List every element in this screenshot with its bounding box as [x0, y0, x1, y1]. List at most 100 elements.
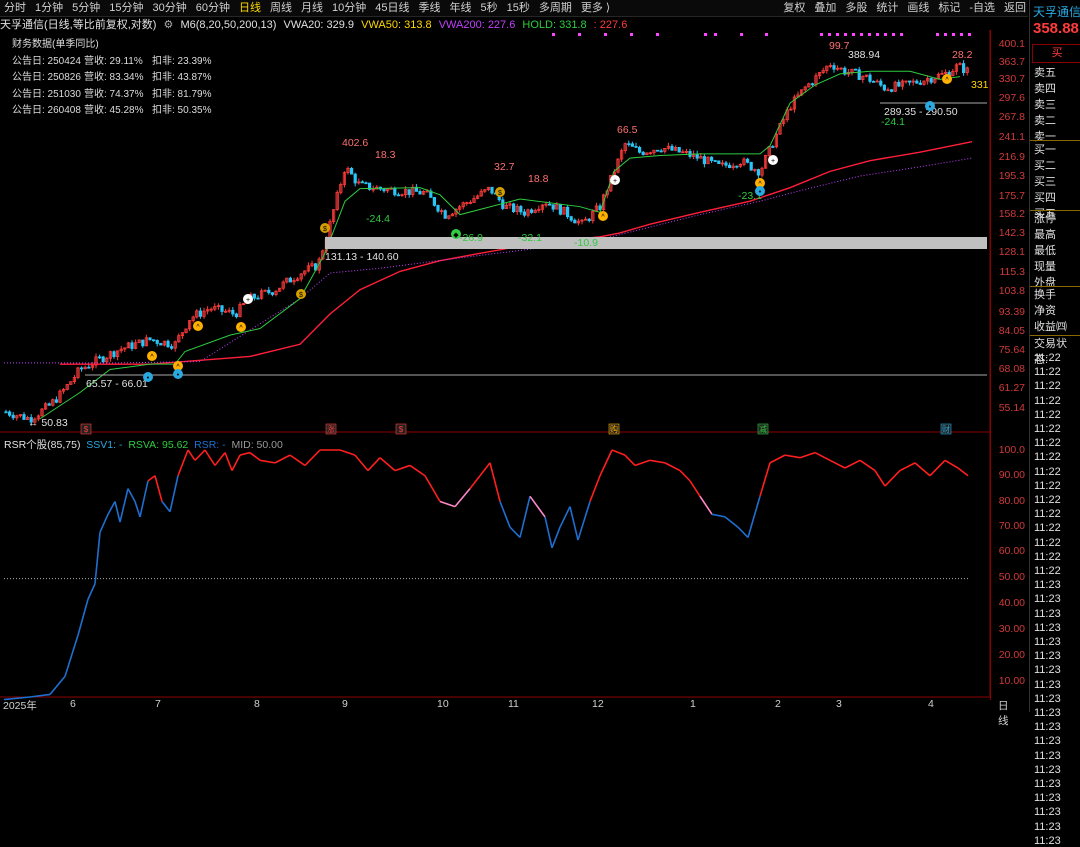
- event-marker[interactable]: 涨: [325, 423, 337, 435]
- price-tick: 103.8: [998, 285, 1025, 297]
- buy-signal-icon[interactable]: ^: [236, 322, 246, 332]
- trough-label: -10.9: [574, 237, 598, 249]
- candle-body: [810, 83, 815, 86]
- date-tick: 6: [70, 698, 76, 710]
- candle-body: [169, 346, 174, 349]
- signal-dot: [884, 33, 887, 36]
- signal-dot: [944, 33, 947, 36]
- price-axis: 400.1 363.7 330.7 297.6 267.8 241.1 216.9 195.3…: [990, 30, 1029, 700]
- candle-body: [443, 210, 447, 219]
- tick-time: 11:23: [1034, 806, 1061, 819]
- buy-signal-icon[interactable]: ^: [942, 74, 952, 84]
- buy-signal-icon[interactable]: ^: [147, 351, 157, 361]
- candle-body: [962, 63, 966, 73]
- tick-time: 11:23: [1034, 834, 1061, 847]
- price-tick: 142.3: [998, 227, 1025, 239]
- money-signal-icon[interactable]: $: [495, 187, 505, 197]
- event-marker[interactable]: 减: [757, 423, 769, 435]
- candle-body: [641, 151, 645, 156]
- range-label: 65.57 - 66.01: [86, 378, 148, 390]
- date-tick: 2: [775, 698, 781, 710]
- candle-body: [756, 169, 761, 176]
- signal-dot: [936, 33, 939, 36]
- candle-body: [677, 146, 681, 153]
- trough-label: -32.1: [518, 232, 542, 244]
- support-zone: [325, 237, 987, 249]
- candle-body: [519, 206, 523, 213]
- candle-body: [728, 164, 732, 169]
- date-tick: 2025年: [3, 700, 37, 712]
- candle-body: [908, 80, 912, 83]
- price-tick: 400.1: [998, 38, 1025, 50]
- candle-body: [749, 161, 753, 171]
- candle-body: [112, 351, 116, 358]
- event-marker[interactable]: $: [395, 423, 407, 435]
- stock-name: 天孚通信: [1033, 5, 1080, 19]
- event-marker[interactable]: 购: [608, 423, 620, 435]
- buy-button[interactable]: 买: [1032, 44, 1080, 63]
- range-label: 131.13 - 140.60: [325, 251, 399, 263]
- price-tick: 115.3: [999, 266, 1026, 278]
- candle-body: [717, 160, 721, 164]
- sell-signal-icon[interactable]: •: [143, 372, 153, 382]
- price-tick: 84.05: [998, 325, 1025, 337]
- plus-signal-icon[interactable]: +: [768, 155, 778, 165]
- candle-body: [288, 277, 293, 283]
- sell-signal-icon[interactable]: •: [925, 101, 935, 111]
- signal-dot: [828, 33, 831, 36]
- candle-body: [252, 293, 256, 299]
- candle-body: [396, 194, 401, 197]
- sell-level: 卖四: [1034, 83, 1056, 95]
- candle-body: [832, 65, 836, 70]
- tick-time: 11:23: [1034, 621, 1061, 634]
- candle-body: [22, 414, 26, 420]
- plus-signal-icon[interactable]: +: [243, 294, 253, 304]
- candle-body: [407, 189, 411, 195]
- buy-level: 买四: [1034, 192, 1056, 204]
- price-tick: 216.9: [998, 151, 1025, 163]
- candle-body: [656, 149, 660, 152]
- signal-dot: [630, 33, 633, 36]
- tick-time: 11:22: [1034, 423, 1061, 435]
- candle-body: [587, 218, 591, 222]
- candle-body: [566, 206, 570, 218]
- tick-time: 11:22: [1034, 437, 1061, 450]
- buy-level: 买三: [1034, 176, 1056, 188]
- date-tick: 10: [437, 698, 449, 710]
- event-marker[interactable]: $: [80, 423, 92, 435]
- tick-time: 11:22: [1034, 366, 1061, 379]
- sell-signal-icon[interactable]: •: [173, 369, 183, 379]
- quote-panel: 天孚通信 358.88 买 卖五 卖四 卖三 卖二 卖一 买一 买二 买三 买四 买五 涨停 最高 最低…: [1029, 0, 1080, 847]
- date-tick: 日线: [998, 700, 1009, 727]
- tick-time: 11:22: [1034, 565, 1061, 577]
- candle-body: [530, 209, 534, 213]
- sell-signal-icon[interactable]: •: [755, 186, 765, 196]
- candle-body: [54, 399, 59, 403]
- buy-signal-icon[interactable]: ^: [598, 211, 608, 221]
- signal-dot: [820, 33, 823, 36]
- rsr-tick: 30.00: [998, 623, 1025, 635]
- candle-body: [771, 146, 775, 148]
- buy-signal-icon[interactable]: ^: [193, 321, 203, 331]
- candle-body: [627, 143, 631, 146]
- money-signal-icon[interactable]: $: [296, 289, 306, 299]
- event-marker[interactable]: 财: [940, 423, 952, 435]
- candle-body: [695, 153, 699, 159]
- plus-signal-icon[interactable]: +: [610, 175, 620, 185]
- peak-label: 32.7: [494, 161, 515, 173]
- candle-body: [148, 337, 152, 341]
- price-chart[interactable]: 402.6 18.3 32.7 18.8 66.5 99.7388.94 28.2 331 -2…: [0, 0, 1028, 712]
- candle-body: [11, 414, 15, 419]
- diamond-signal-icon[interactable]: ◆: [451, 229, 461, 239]
- price-tick: 267.8: [998, 111, 1025, 123]
- candle-body: [151, 339, 156, 342]
- tick-time: 11:22: [1034, 479, 1061, 492]
- rsr-tick: 10.00: [998, 675, 1025, 687]
- signal-dot: [844, 33, 847, 36]
- candle-body: [432, 197, 437, 206]
- rsva-value: RSVA: 95.62: [128, 439, 189, 451]
- candle-body: [551, 204, 555, 210]
- candle-body: [256, 297, 260, 300]
- svg-text:+: +: [613, 178, 617, 185]
- money-signal-icon[interactable]: $: [320, 223, 330, 233]
